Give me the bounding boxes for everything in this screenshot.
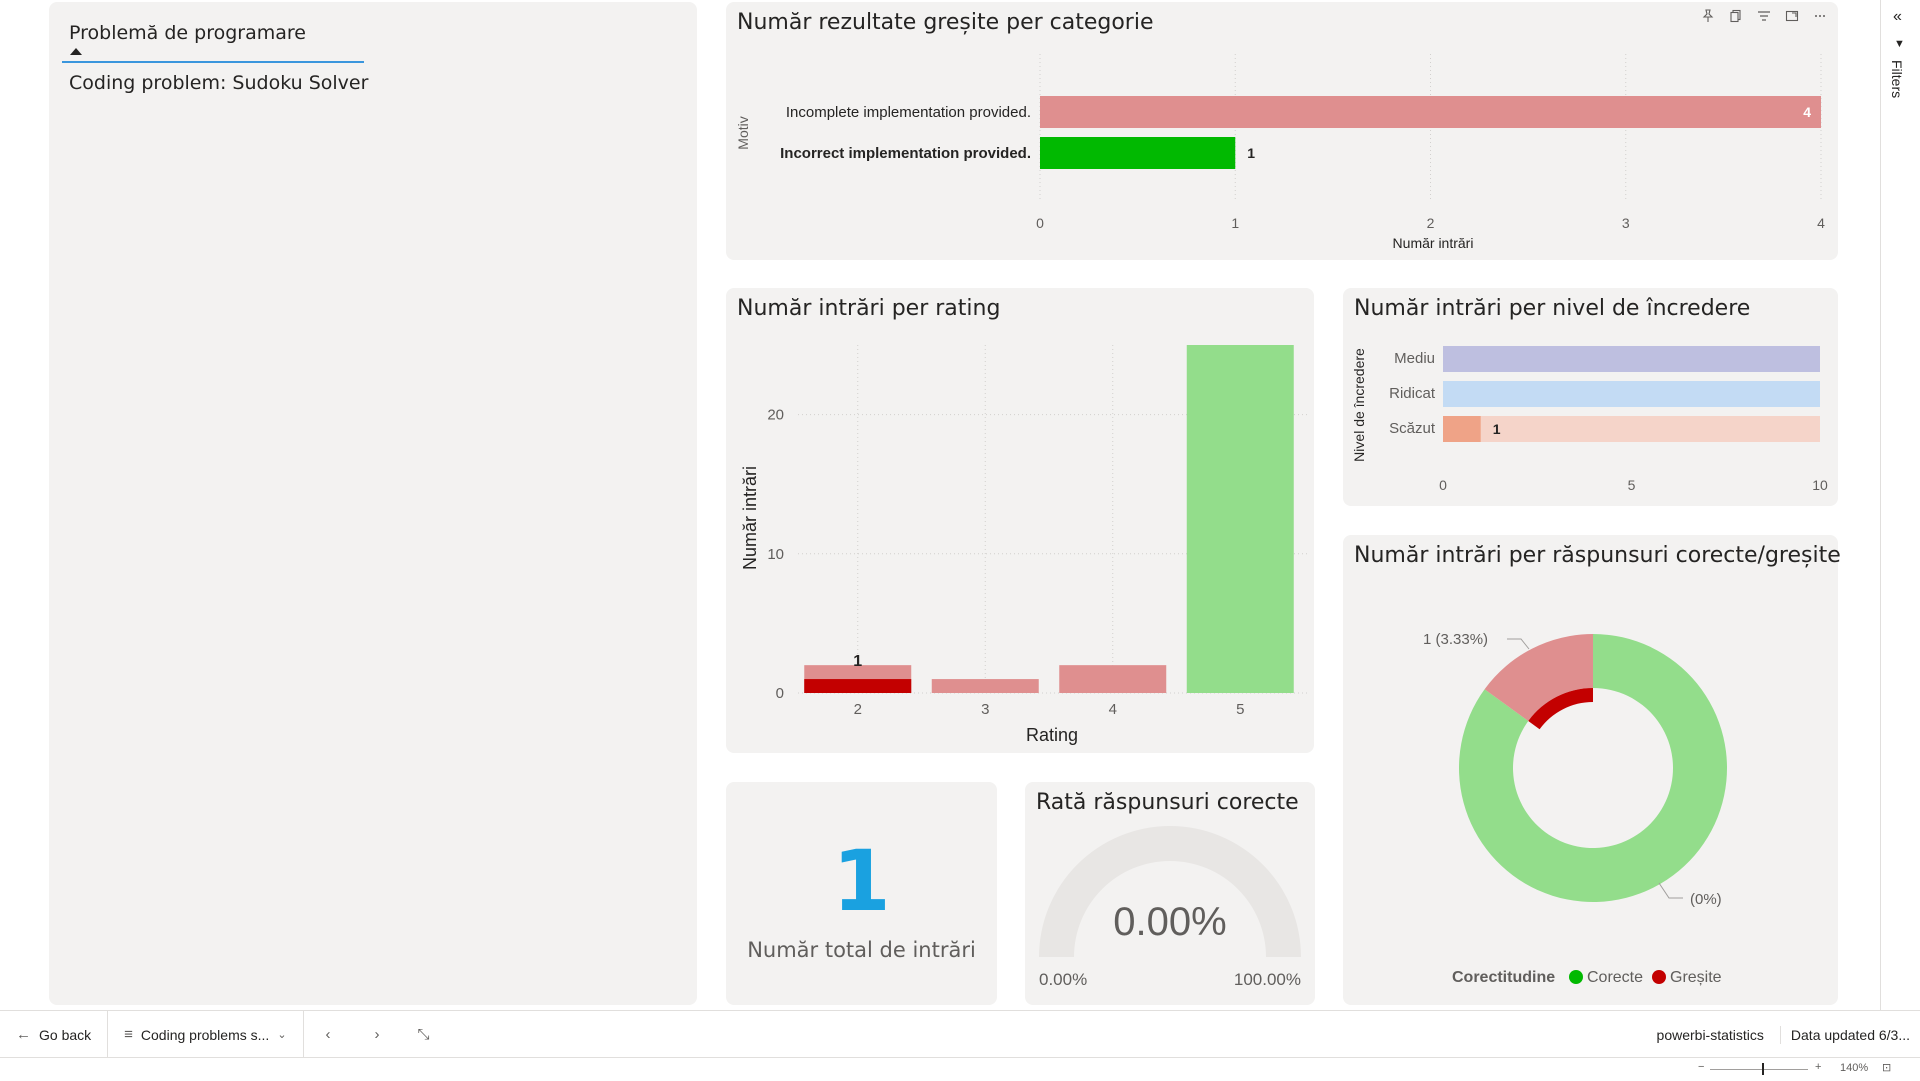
page-name: Coding problems s... xyxy=(140,1026,270,1043)
gauge-min-label: 0.00% xyxy=(1039,970,1087,989)
fit-page-icon[interactable]: ⊡ xyxy=(1882,1061,1891,1074)
x-tick-label: 3 xyxy=(981,701,989,718)
x-tick-label: 2 xyxy=(1427,215,1435,231)
x-tick-label: 4 xyxy=(1817,215,1825,231)
x-tick-label: 4 xyxy=(1109,701,1117,718)
y-tick-label: 20 xyxy=(767,407,784,424)
wrong-by-category-chart: Motiv Număr intrări 0 1 2 3 4 Incomplete impl… xyxy=(735,54,1825,251)
status-bar: − + 140% ⊡ xyxy=(0,1057,1920,1081)
correct-rate-visual[interactable]: Rată răspunsuri corecte 0.00% 0.00% 100.… xyxy=(1025,782,1315,1005)
slicer-item[interactable]: Coding problem: Sudoku Solver xyxy=(69,72,368,94)
entries-by-confidence-chart: Nivel de încredere Mediu Ridicat 1 Scăzut 0 5… xyxy=(1351,346,1828,493)
x-tick-label: 10 xyxy=(1812,477,1828,493)
legend-marker-gresite xyxy=(1652,970,1666,984)
previous-page-button[interactable]: ‹ xyxy=(304,1011,353,1058)
x-axis-title: Număr intrări xyxy=(1393,235,1474,251)
leader-line xyxy=(1507,638,1530,650)
x-tick-label: 1 xyxy=(1231,215,1239,231)
filters-pane[interactable]: « ▼ Filters xyxy=(1880,0,1920,1010)
zoom-out-button[interactable]: − xyxy=(1698,1061,1704,1073)
kpi-value: 1 xyxy=(832,832,891,930)
entries-by-confidence-visual[interactable]: Număr intrări per nivel de încredere Niv… xyxy=(1343,288,1838,506)
collapse-button[interactable]: ⤡ xyxy=(402,1011,446,1058)
legend-title: Corectitudine xyxy=(1452,969,1555,986)
data-label: 4 xyxy=(1803,104,1811,120)
data-updated: Data updated 6/3... xyxy=(1790,1026,1910,1043)
bar xyxy=(1040,96,1821,128)
x-tick-label: 5 xyxy=(1628,477,1636,493)
go-back-button[interactable]: ← Go back xyxy=(0,1011,107,1058)
correct-wrong-visual[interactable]: Număr intrări per răspunsuri corecte/gre… xyxy=(1343,535,1841,1005)
x-tick-label: 0 xyxy=(1036,215,1044,231)
bar xyxy=(931,679,1039,693)
entries-by-rating-chart: Număr intrări Rating 0 10 20 2 1 3 4 5 xyxy=(740,345,1308,745)
x-axis-title: Rating xyxy=(1026,725,1078,745)
zoom-slider[interactable] xyxy=(1710,1069,1808,1070)
legend-marker-corecte xyxy=(1569,970,1583,984)
data-label: 1 xyxy=(1247,145,1255,161)
next-page-button[interactable]: › xyxy=(353,1011,402,1058)
zoom-level: 140% xyxy=(1840,1062,1869,1074)
page-selector[interactable]: ≡ Coding problems s... ⌄ xyxy=(108,1011,302,1058)
expand-icon[interactable]: « xyxy=(1893,8,1902,26)
slicer-panel: Problemă de programare Coding problem: S… xyxy=(49,2,697,1005)
correct-wrong-donut-chart: 1 (3.33%) (0%) Corectitudine Corecte Gre… xyxy=(1423,631,1727,986)
y-category-label: Mediu xyxy=(1394,350,1435,367)
data-label: 1 xyxy=(853,653,862,670)
y-category-label: Scăzut xyxy=(1389,420,1436,437)
y-axis-title: Motiv xyxy=(735,116,751,149)
y-category-label: Incomplete implementation provided. xyxy=(786,104,1031,121)
y-category-label: Ridicat xyxy=(1389,385,1436,402)
entries-by-rating-visual[interactable]: Număr intrări per rating Număr intrări R… xyxy=(726,288,1314,753)
x-tick-label: 2 xyxy=(854,701,862,718)
leader-line xyxy=(1658,882,1683,899)
kpi-label: Număr total de intrări xyxy=(747,938,976,962)
legend-label-gresite[interactable]: Greșite xyxy=(1670,969,1722,986)
chevron-right-icon: › xyxy=(374,1026,380,1043)
collapse-icon: ⤡ xyxy=(417,1026,430,1043)
correct-rate-gauge: 0.00% 0.00% 100.00% xyxy=(1039,826,1301,989)
go-back-label: Go back xyxy=(39,1026,92,1043)
bar xyxy=(1059,665,1167,693)
donut-label-outer: 1 (3.33%) xyxy=(1423,631,1488,648)
bar xyxy=(1040,137,1236,169)
bar-highlight xyxy=(804,679,912,693)
funnel-icon: ▼ xyxy=(1894,38,1905,50)
caret-up-icon[interactable] xyxy=(70,48,82,55)
zoom-slider-thumb[interactable] xyxy=(1762,1063,1764,1075)
bar xyxy=(1186,345,1294,693)
y-axis-title: Nivel de încredere xyxy=(1351,348,1367,462)
x-tick-label: 5 xyxy=(1236,701,1244,718)
chevron-down-icon: ⌄ xyxy=(277,1029,287,1041)
x-tick-label: 3 xyxy=(1622,215,1630,231)
bar-highlight xyxy=(1443,416,1481,442)
chevron-left-icon: ‹ xyxy=(325,1026,331,1043)
zoom-in-button[interactable]: + xyxy=(1815,1061,1821,1073)
filters-pane-label[interactable]: Filters xyxy=(1889,60,1905,98)
donut-label-inner: (0%) xyxy=(1690,891,1722,908)
arrow-left-icon: ← xyxy=(16,1026,31,1043)
workspace-name: powerbi-statistics xyxy=(1656,1026,1764,1043)
x-tick-label: 0 xyxy=(1439,477,1447,493)
y-category-label: Incorrect implementation provided. xyxy=(780,145,1031,162)
legend-label-corecte[interactable]: Corecte xyxy=(1587,969,1643,986)
slicer-underline xyxy=(62,61,364,63)
bar xyxy=(1443,381,1820,407)
list-icon: ≡ xyxy=(124,1026,133,1043)
y-axis-title: Număr intrări xyxy=(740,466,760,570)
y-tick-label: 10 xyxy=(767,546,784,563)
data-label: 1 xyxy=(1493,421,1501,437)
gauge-value: 0.00% xyxy=(1113,900,1226,944)
y-tick-label: 0 xyxy=(776,685,784,702)
slicer-title[interactable]: Problemă de programare xyxy=(69,22,306,44)
bottom-bar: ← Go back ≡ Coding problems s... ⌄ ‹ › ⤡… xyxy=(0,1010,1920,1058)
gauge-max-label: 100.00% xyxy=(1234,970,1301,989)
total-entries-card[interactable]: 1 Număr total de intrări xyxy=(726,782,997,1005)
bar xyxy=(1443,346,1820,372)
wrong-by-category-visual[interactable]: Număr rezultate greșite per categorie Mo… xyxy=(726,2,1838,260)
